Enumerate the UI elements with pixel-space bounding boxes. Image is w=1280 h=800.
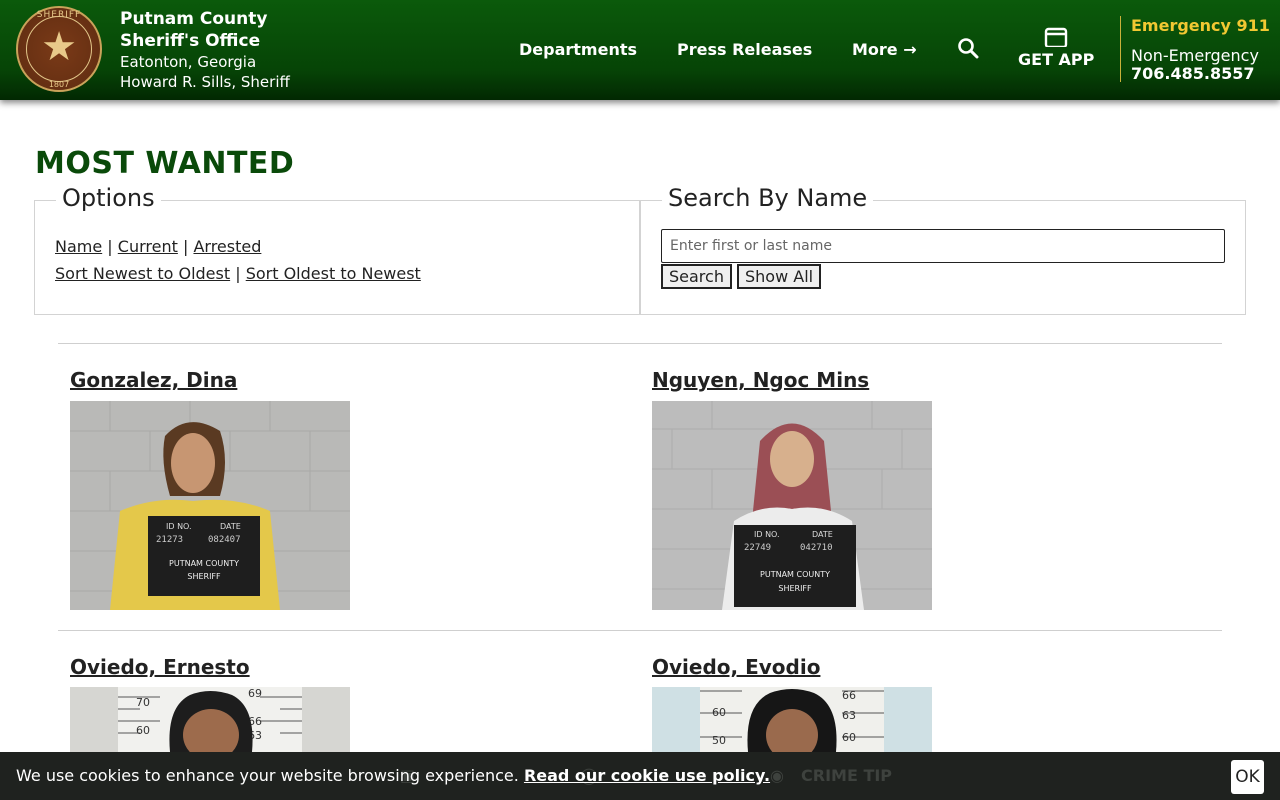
cookie-text: We use cookies to enhance your website b…: [16, 766, 519, 785]
height-mark: 63: [842, 709, 856, 722]
sign-id-number: 21273: [156, 535, 183, 545]
options-panel: Options Name | Current | Arrested Sort N…: [34, 184, 640, 315]
sort-arrested-link[interactable]: Arrested: [193, 237, 261, 256]
height-mark: 60: [712, 706, 726, 719]
sign-agency: PUTNAM COUNTY: [760, 570, 830, 579]
nav-press-releases[interactable]: Press Releases: [677, 40, 812, 60]
wanted-name-link[interactable]: Gonzalez, Dina: [70, 368, 237, 392]
non-emergency-number: 706.485.8557: [1131, 64, 1255, 83]
cookie-message: We use cookies to enhance your website b…: [16, 766, 770, 785]
brand-block[interactable]: Putnam County Sheriff's Office Eatonton,…: [120, 8, 320, 92]
sign-date: 042710: [800, 543, 833, 553]
row-divider: [58, 630, 1222, 631]
eye-icon: ◉: [770, 766, 784, 785]
separator: |: [235, 264, 241, 283]
sign-date-label: DATE: [812, 530, 833, 539]
height-mark: 60: [842, 731, 856, 744]
search-icon[interactable]: [957, 37, 979, 59]
sort-by-name-link[interactable]: Name: [55, 237, 102, 256]
sign-date-label: DATE: [220, 522, 241, 531]
sign-id-label: ID NO.: [754, 530, 780, 539]
cookie-policy-link[interactable]: Read our cookie use policy.: [524, 766, 770, 785]
height-mark: 70: [136, 696, 150, 709]
site-header: SHERIFF ★ 1807 Putnam County Sheriff's O…: [0, 0, 1280, 100]
seal-top-text: SHERIFF: [36, 10, 82, 20]
phone-app-icon[interactable]: [1044, 27, 1068, 47]
emergency-number[interactable]: Emergency 911: [1131, 16, 1270, 35]
mugshot-photo[interactable]: 70 69 66 63 60: [70, 687, 350, 752]
org-sheriff: Howard R. Sills, Sheriff: [120, 73, 290, 91]
star-icon: ★: [41, 24, 77, 70]
cookie-ok-button[interactable]: OK: [1231, 760, 1264, 794]
mugshot-photo[interactable]: ID NO. DATE 21273 082407 PUTNAM COUNTY S…: [70, 401, 350, 610]
crime-tip-ghost: CRIME TIP: [801, 766, 893, 785]
seal-year: 1807: [48, 80, 70, 89]
sign-date: 082407: [208, 535, 241, 545]
wanted-name-link[interactable]: Oviedo, Evodio: [652, 655, 820, 679]
sign-office: SHERIFF: [778, 584, 812, 593]
height-mark: 50: [712, 734, 726, 747]
options-links: Name | Current | Arrested Sort Newest to…: [55, 233, 421, 287]
org-name: Putnam County Sheriff's Office: [120, 9, 268, 51]
wanted-name-link[interactable]: Nguyen, Ngoc Mins: [652, 368, 869, 392]
sort-current-link[interactable]: Current: [118, 237, 178, 256]
page-title: MOST WANTED: [35, 146, 295, 181]
name-search-input[interactable]: [661, 229, 1225, 263]
get-app-button[interactable]: GET APP: [1018, 50, 1094, 69]
height-mark: 66: [842, 689, 856, 702]
header-divider: [1120, 16, 1121, 82]
nav-more[interactable]: More →: [852, 40, 917, 60]
show-all-button[interactable]: Show All: [737, 264, 822, 289]
sign-agency: PUTNAM COUNTY: [169, 559, 239, 568]
options-legend: Options: [56, 184, 161, 212]
wanted-name-link[interactable]: Oviedo, Ernesto: [70, 655, 250, 679]
sort-newest-link[interactable]: Sort Newest to Oldest: [55, 264, 230, 283]
sign-id-number: 22749: [744, 543, 771, 553]
non-emergency-block[interactable]: Non-Emergency 706.485.8557: [1131, 47, 1259, 83]
mugshot-photo[interactable]: 60 66 63 50 60: [652, 687, 932, 752]
mugshot-photo[interactable]: ID NO. DATE 22749 042710 PUTNAM COUNTY S…: [652, 401, 932, 610]
cookie-banner: ▣ ◯ ◉ CRIME TIP We use cookies to enhanc…: [0, 752, 1280, 800]
search-legend: Search By Name: [662, 184, 874, 212]
sort-oldest-link[interactable]: Sort Oldest to Newest: [246, 264, 421, 283]
height-mark: 60: [136, 724, 150, 737]
separator: |: [182, 237, 189, 256]
height-mark: 69: [248, 687, 262, 700]
search-button[interactable]: Search: [661, 264, 732, 289]
nav-departments[interactable]: Departments: [519, 40, 637, 60]
row-divider: [58, 343, 1222, 344]
separator: |: [107, 237, 113, 256]
org-city: Eatonton, Georgia: [120, 53, 257, 71]
sheriff-seal-logo[interactable]: SHERIFF ★ 1807: [16, 6, 102, 92]
search-panel: Search By Name Search Show All: [640, 184, 1246, 315]
sign-id-label: ID NO.: [166, 522, 192, 531]
non-emergency-label: Non-Emergency: [1131, 46, 1259, 65]
sign-office: SHERIFF: [187, 572, 221, 581]
